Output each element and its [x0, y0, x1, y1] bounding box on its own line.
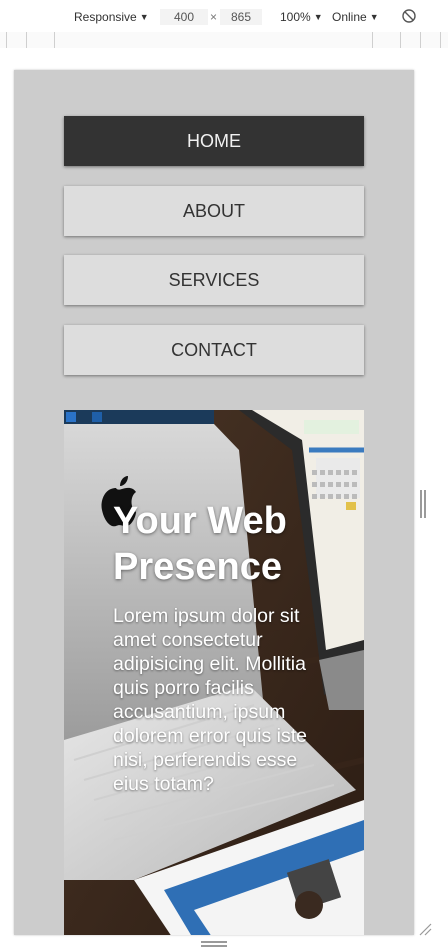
hero-title: Your Web Presence: [113, 500, 287, 588]
media-query-bar[interactable]: [0, 32, 448, 49]
network-label: Online: [332, 10, 367, 24]
nav-home-button[interactable]: HOME: [64, 116, 364, 166]
hero-section: Your Web Presence Lorem ipsum dolor sit …: [64, 410, 364, 935]
chevron-down-icon: ▼: [369, 12, 379, 22]
device-label: Responsive: [74, 10, 137, 24]
devtools-toolbar: Responsive ▼ 400 × 865 100% ▼ Online ▼: [0, 0, 448, 33]
width-input[interactable]: 400: [160, 9, 208, 25]
chevron-down-icon: ▼: [313, 12, 323, 22]
device-select[interactable]: Responsive ▼: [74, 9, 149, 25]
zoom-label: 100%: [280, 10, 311, 24]
device-viewport: HOME ABOUT SERVICES CONTACT Your Web Pre…: [14, 70, 414, 935]
nav-services-button[interactable]: SERVICES: [64, 255, 364, 305]
nav-contact-button[interactable]: CONTACT: [64, 325, 364, 375]
rotate-icon[interactable]: [401, 8, 417, 24]
resize-corner-icon[interactable]: [418, 922, 432, 936]
nav-about-button[interactable]: ABOUT: [64, 186, 364, 236]
resize-handle-bottom[interactable]: [201, 941, 227, 947]
hero-description: Lorem ipsum dolor sit amet consectetur a…: [113, 605, 307, 795]
resize-handle-right[interactable]: [420, 490, 426, 518]
height-input[interactable]: 865: [220, 9, 262, 25]
chevron-down-icon: ▼: [139, 12, 149, 22]
dimension-separator: ×: [210, 10, 218, 24]
zoom-select[interactable]: 100% ▼: [280, 9, 323, 25]
network-select[interactable]: Online ▼: [332, 9, 379, 25]
